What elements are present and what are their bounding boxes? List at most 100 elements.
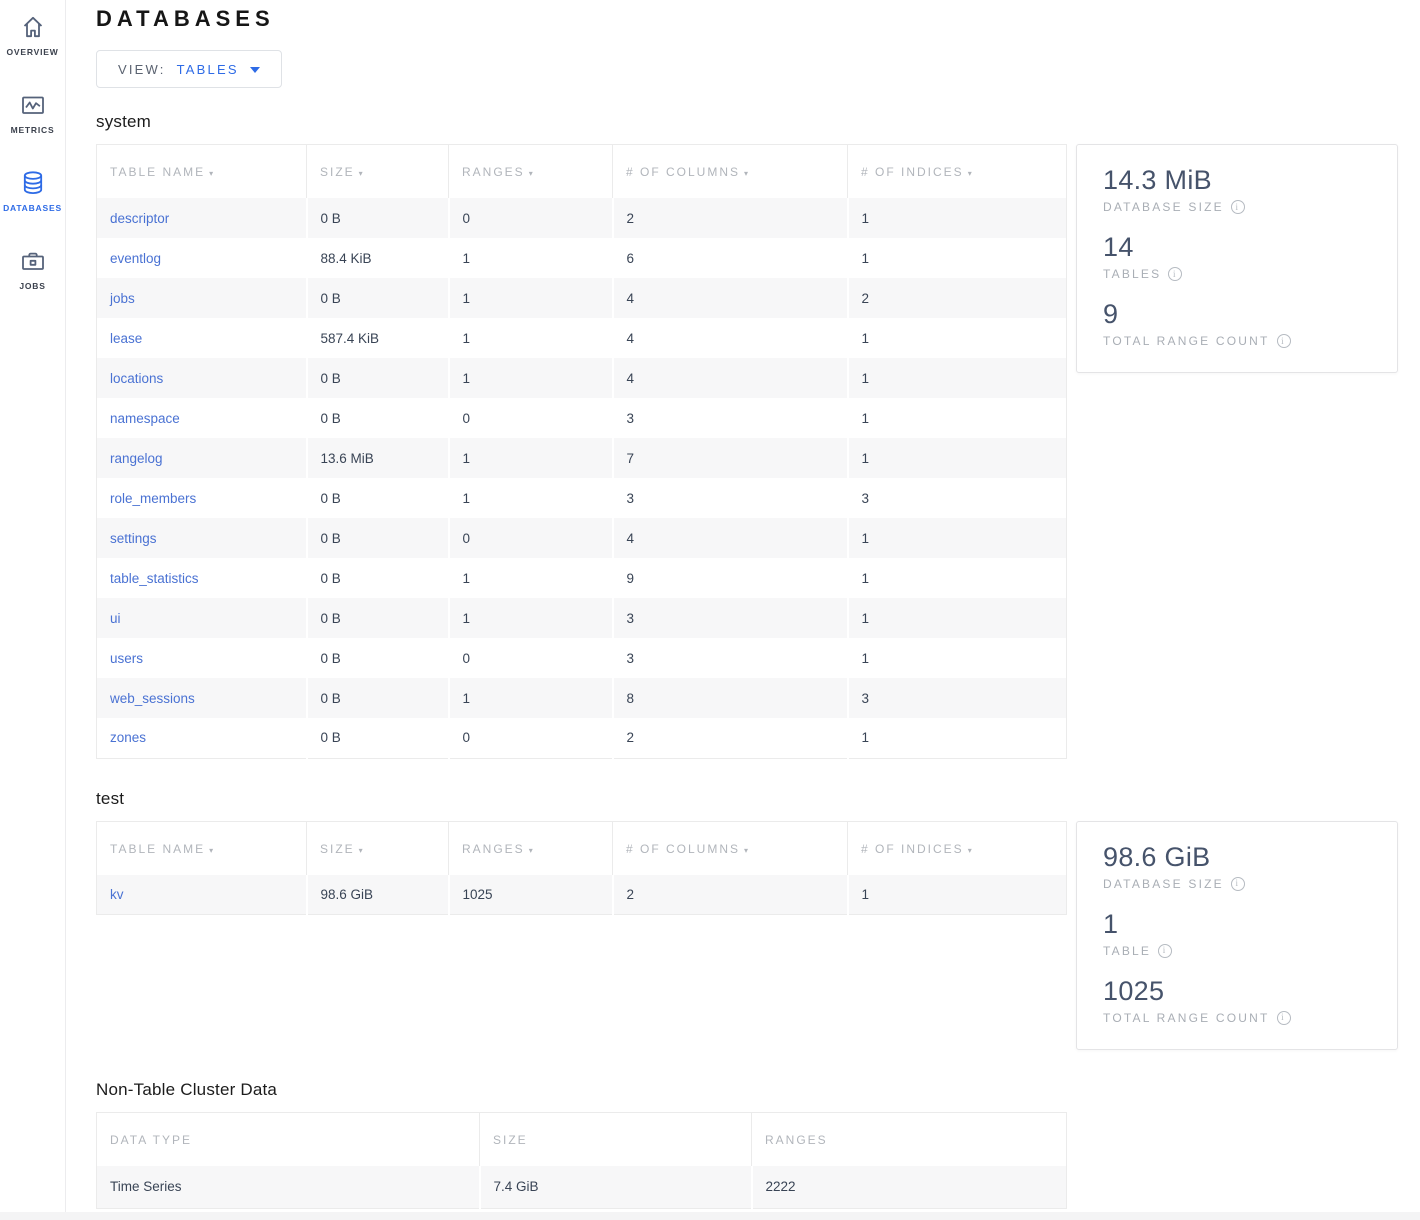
sort-arrow-icon: ▾ [968,169,974,178]
table-cell: 0 [449,638,613,678]
column-header-label: SIZE [493,1133,528,1147]
sidebar-item-label: METRICS [11,125,55,135]
table-cell: 1 [848,438,1067,478]
table-name-link[interactable]: users [110,651,143,666]
table-name-link[interactable]: web_sessions [110,691,195,706]
column-header[interactable]: TABLE NAME▾ [97,145,307,199]
sidebar-item-jobs[interactable]: JOBS [0,242,65,295]
table-row: users0 B031 [97,638,1067,678]
table-cell: 8 [613,678,848,718]
column-header: RANGES [752,1112,1067,1166]
sort-arrow-icon: ▾ [744,846,750,855]
table-cell: 6 [613,238,848,278]
table-cell: 13.6 MiB [307,438,449,478]
stat-value: 1 [1103,909,1371,940]
table-name-link[interactable]: ui [110,611,121,626]
table-name-link[interactable]: descriptor [110,211,169,226]
table-name-link[interactable]: eventlog [110,251,161,266]
column-header[interactable]: RANGES▾ [449,145,613,199]
table-cell: 1 [848,875,1067,915]
database-section-test: test TABLE NAME▾SIZE▾RANGES▾# OF COLUMNS… [96,789,1420,1050]
table-cell: 4 [613,318,848,358]
table-cell: 1 [848,638,1067,678]
tables-table: TABLE NAME▾SIZE▾RANGES▾# OF COLUMNS▾# OF… [96,821,1066,916]
info-icon[interactable]: i [1158,944,1172,958]
summary-stat: 9TOTAL RANGE COUNTi [1103,299,1371,348]
table-cell: 4 [613,518,848,558]
table-name-link[interactable]: kv [110,887,124,902]
table-header-row: DATA TYPESIZERANGES [97,1112,1067,1166]
sidebar-item-metrics[interactable]: METRICS [0,86,65,139]
table-name-link[interactable]: rangelog [110,451,163,466]
column-header[interactable]: # OF INDICES▾ [848,145,1067,199]
column-header[interactable]: TABLE NAME ▾ [97,821,307,875]
column-header-label: SIZE [320,842,355,856]
table-name-link[interactable]: role_members [110,491,196,506]
table-name-link[interactable]: settings [110,531,157,546]
table-row: web_sessions0 B183 [97,678,1067,718]
column-header-label: TABLE NAME [110,842,205,856]
column-header-label: SIZE [320,165,355,179]
summary-stat: 1 TABLEi [1103,909,1371,958]
table-name-link[interactable]: zones [110,730,146,745]
info-icon[interactable]: i [1231,877,1245,891]
stat-value: 9 [1103,299,1371,330]
table-cell: rangelog [97,438,307,478]
stat-label: TOTAL RANGE COUNTi [1103,1011,1371,1025]
table-cell: 3 [848,478,1067,518]
table-cell: 1 [848,318,1067,358]
table-cell: 0 B [307,678,449,718]
table-row: table_statistics0 B191 [97,558,1067,598]
table-cell: namespace [97,398,307,438]
info-icon[interactable]: i [1277,334,1291,348]
table-cell: 1 [848,198,1067,238]
non-table-section: Non-Table Cluster Data DATA TYPESIZERANG… [96,1080,1420,1210]
summary-stat: 1025TOTAL RANGE COUNTi [1103,976,1371,1025]
table-row: settings0 B041 [97,518,1067,558]
sort-arrow-icon: ▾ [529,169,535,178]
info-icon[interactable]: i [1168,267,1182,281]
sort-arrow-icon: ▾ [744,169,750,178]
table-cell: 1 [449,238,613,278]
table-cell: 1 [848,558,1067,598]
section-title: Non-Table Cluster Data [96,1080,1420,1100]
sidebar-item-overview[interactable]: OVERVIEW [0,8,65,61]
table-name-link[interactable]: lease [110,331,142,346]
stat-label: DATABASE SIZEi [1103,200,1371,214]
column-header[interactable]: SIZE▾ [307,145,449,199]
table-cell: 4 [613,358,848,398]
table-cell: 0 B [307,598,449,638]
data-table: TABLE NAME▾SIZE▾RANGES▾# OF COLUMNS▾# OF… [96,821,1067,916]
database-summary-card: 98.6 GiBDATABASE SIZEi1TABLEi1025TOTAL R… [1076,821,1398,1050]
column-header[interactable]: # OF INDICES▾ [848,821,1067,875]
main-content: DATABASES VIEW: TABLES system TABLE NAME… [66,0,1420,1212]
view-dropdown[interactable]: VIEW: TABLES [96,50,282,88]
table-row: rangelog13.6 MiB171 [97,438,1067,478]
table-cell: 1 [449,318,613,358]
stat-label-text: TABLES [1103,267,1161,281]
sidebar-item-label: JOBS [19,281,45,291]
column-header[interactable]: SIZE▾ [307,821,449,875]
sidebar-item-databases[interactable]: DATABASES [0,164,65,217]
table-name-link[interactable]: jobs [110,291,135,306]
table-cell: ui [97,598,307,638]
table-cell: 3 [613,598,848,638]
table-cell: settings [97,518,307,558]
info-icon[interactable]: i [1231,200,1245,214]
table-name-link[interactable]: namespace [110,411,180,426]
database-icon [18,168,48,198]
data-table: DATA TYPESIZERANGESTime Series7.4 GiB222… [96,1112,1067,1210]
table-name-link[interactable]: locations [110,371,163,386]
table-name-link[interactable]: table_statistics [110,571,199,586]
info-icon[interactable]: i [1277,1011,1291,1025]
table-cell: 1 [449,558,613,598]
column-header[interactable]: # OF COLUMNS▾ [613,821,848,875]
table-cell: 0 [449,398,613,438]
stat-value: 14 [1103,232,1371,263]
column-header[interactable]: # OF COLUMNS▾ [613,145,848,199]
column-header[interactable]: RANGES▾ [449,821,613,875]
sort-arrow-icon: ▾ [209,846,215,855]
table-cell: 587.4 KiB [307,318,449,358]
stat-label: TABLEi [1103,944,1371,958]
table-cell: 3 [613,638,848,678]
